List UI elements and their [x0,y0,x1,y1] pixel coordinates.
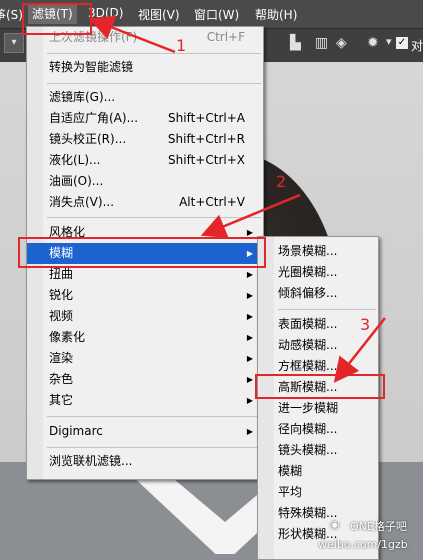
annotation-step-3: 3 [360,315,371,334]
watermark-url: weibo.com/1gzb [318,538,408,551]
watermark-brand: ONE格子吧 [350,520,407,533]
watermark-weibo-icon: ◉ [330,518,340,531]
annotation-step-1: 1 [176,36,187,55]
annotation-step-2: 2 [276,172,287,191]
annotation-arrows [88,15,386,383]
